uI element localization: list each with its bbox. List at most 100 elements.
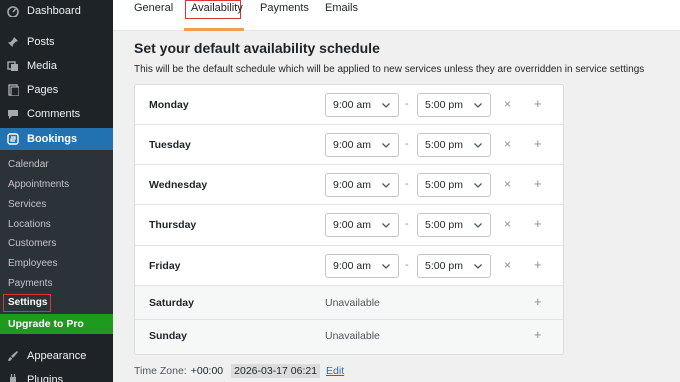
chevron-down-icon [474,183,482,188]
time-separator: - [405,218,409,230]
media-icon [6,59,20,73]
remove-slot-icon[interactable]: × [504,97,511,111]
start-time-select[interactable]: 9:00 am [325,254,399,278]
submenu-item-calendar[interactable]: Calendar [8,159,49,170]
add-slot-icon[interactable]: + [534,136,542,151]
main-content: General Availability Payments Emails Set… [113,0,680,382]
time-separator: - [405,98,409,110]
end-time-value: 5:00 pm [425,179,463,191]
add-slot-icon[interactable]: + [534,216,542,231]
submenu-item-settings[interactable]: Settings [8,297,47,308]
remove-slot-icon[interactable]: × [504,137,511,151]
sidebar-item-bookings[interactable]: Bookings [0,128,113,150]
start-time-value: 9:00 am [333,179,371,191]
time-separator: - [405,259,409,271]
remove-slot-icon[interactable]: × [504,177,511,191]
start-time-select[interactable]: 9:00 am [325,133,399,157]
schedule-row-sunday: Sunday Unavailable + [135,320,563,354]
settings-tabs: General Availability Payments Emails [113,0,680,31]
page-description: This will be the default schedule which … [134,64,645,75]
add-slot-icon[interactable]: + [534,96,542,111]
add-slot-icon[interactable]: + [534,176,542,191]
chevron-down-icon [382,183,390,188]
upgrade-to-pro-link[interactable]: Upgrade to Pro [0,314,113,334]
edit-timezone-link[interactable]: Edit [326,365,344,377]
day-label: Wednesday [149,179,208,191]
sidebar-item-pages[interactable]: Pages [0,79,113,101]
schedule-row-tuesday: Tuesday 9:00 am - 5:00 pm × + [135,125,563,165]
add-slot-icon[interactable]: + [534,327,542,342]
chevron-down-icon [382,264,390,269]
tab-general[interactable]: General [134,2,173,14]
end-time-value: 5:00 pm [425,99,463,111]
schedule-card: Monday 9:00 am - 5:00 pm × + Tuesday 9:0… [134,84,564,355]
sidebar-item-appearance[interactable]: Appearance [0,345,113,367]
sidebar-item-label: Media [27,60,57,72]
day-label: Monday [149,99,189,111]
submenu-item-locations[interactable]: Locations [8,219,51,230]
end-time-value: 5:00 pm [425,139,463,151]
dashboard-icon [6,4,20,18]
add-slot-icon[interactable]: + [534,257,542,272]
start-time-value: 9:00 am [333,99,371,111]
remove-slot-icon[interactable]: × [504,258,511,272]
sidebar-item-label: Posts [27,36,55,48]
tab-payments[interactable]: Payments [260,2,309,14]
timezone-value: +00:00 [190,365,224,377]
schedule-row-thursday: Thursday 9:00 am - 5:00 pm × + [135,205,563,246]
chevron-down-icon [382,223,390,228]
admin-sidebar: Dashboard Posts Media Pages Comments Boo… [0,0,113,382]
chevron-down-icon [382,143,390,148]
chevron-down-icon [474,264,482,269]
sidebar-item-comments[interactable]: Comments [0,103,113,125]
pages-icon [6,83,20,97]
sidebar-item-label: Plugins [27,374,64,382]
remove-slot-icon[interactable]: × [504,217,511,231]
sidebar-item-label: Bookings [27,133,78,145]
chevron-down-icon [382,103,390,108]
day-label: Tuesday [149,139,191,151]
tab-emails[interactable]: Emails [325,2,358,14]
comment-icon [6,107,20,121]
end-time-select[interactable]: 5:00 pm [417,213,491,237]
end-time-select[interactable]: 5:00 pm [417,133,491,157]
sidebar-item-label: Comments [27,108,81,120]
unavailable-label: Unavailable [325,330,380,342]
add-slot-icon[interactable]: + [534,294,542,309]
page-title: Set your default availability schedule [134,40,380,56]
active-tab-indicator [184,28,244,31]
end-time-select[interactable]: 5:00 pm [417,93,491,117]
end-time-value: 5:00 pm [425,260,463,272]
submenu-item-payments[interactable]: Payments [8,278,52,289]
submenu-item-services[interactable]: Services [8,199,46,210]
end-time-select[interactable]: 5:00 pm [417,173,491,197]
tab-availability[interactable]: Availability [191,2,243,14]
bookings-icon [6,132,20,146]
start-time-select[interactable]: 9:00 am [325,93,399,117]
time-separator: - [405,138,409,150]
end-time-select[interactable]: 5:00 pm [417,254,491,278]
chevron-down-icon [474,223,482,228]
end-time-value: 5:00 pm [425,219,463,231]
sidebar-item-plugins[interactable]: Plugins [0,369,113,382]
sidebar-item-media[interactable]: Media [0,55,113,77]
start-time-value: 9:00 am [333,139,371,151]
schedule-row-saturday: Saturday Unavailable + [135,286,563,320]
day-label: Saturday [149,297,194,309]
start-time-select[interactable]: 9:00 am [325,213,399,237]
submenu-item-customers[interactable]: Customers [8,238,56,249]
day-label: Thursday [149,219,197,231]
submenu-item-employees[interactable]: Employees [8,258,57,269]
day-label: Friday [149,260,181,272]
sidebar-item-label: Pages [27,84,59,96]
sidebar-item-posts[interactable]: Posts [0,31,113,53]
schedule-row-friday: Friday 9:00 am - 5:00 pm × + [135,246,563,286]
timezone-label: Time Zone: [134,365,187,377]
sidebar-item-label: Appearance [27,350,87,362]
sidebar-item-dashboard[interactable]: Dashboard [0,0,113,22]
brush-icon [6,349,20,363]
schedule-row-monday: Monday 9:00 am - 5:00 pm × + [135,85,563,125]
start-time-select[interactable]: 9:00 am [325,173,399,197]
submenu-item-appointments[interactable]: Appointments [8,179,69,190]
schedule-row-wednesday: Wednesday 9:00 am - 5:00 pm × + [135,165,563,205]
